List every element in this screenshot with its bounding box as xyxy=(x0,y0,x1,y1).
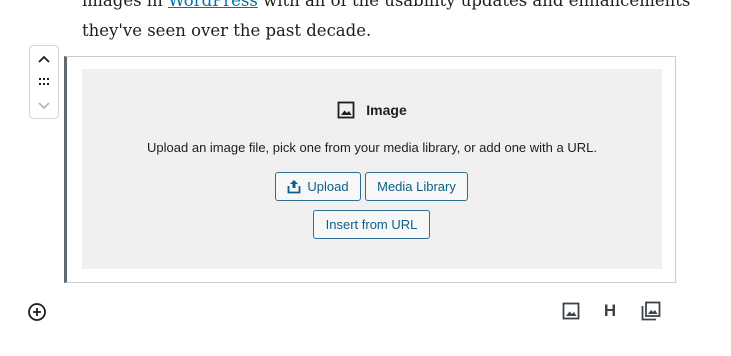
move-up-button[interactable] xyxy=(30,47,58,71)
upload-button[interactable]: Upload xyxy=(275,172,361,201)
inserter-button[interactable] xyxy=(26,301,48,323)
insert-image-button[interactable] xyxy=(560,300,582,322)
paragraph-line-2: they've seen over the past decade. xyxy=(82,21,372,40)
image-icon xyxy=(562,302,580,320)
drag-handle-icon xyxy=(39,78,49,85)
insert-heading-button[interactable]: H xyxy=(598,300,622,322)
chevron-up-icon xyxy=(38,55,50,63)
paragraph-line-1: images in WordPress with all of the usab… xyxy=(82,0,690,16)
add-block-icon xyxy=(28,303,46,321)
drag-handle[interactable] xyxy=(30,70,58,94)
wordpress-link[interactable]: WordPress xyxy=(168,0,258,10)
placeholder-instructions: Upload an image file, pick one from your… xyxy=(147,140,597,155)
chevron-down-icon xyxy=(38,102,50,110)
insert-from-url-button[interactable]: Insert from URL xyxy=(313,210,430,239)
media-library-button[interactable]: Media Library xyxy=(365,172,468,201)
move-down-button[interactable] xyxy=(30,94,58,118)
gallery-icon xyxy=(641,301,661,321)
upload-icon xyxy=(287,180,301,194)
image-placeholder: Image Upload an image file, pick one fro… xyxy=(82,69,662,269)
block-mover xyxy=(29,45,59,119)
placeholder-label: Image xyxy=(82,101,662,119)
insert-gallery-button[interactable] xyxy=(639,299,663,323)
paragraph-block[interactable]: images in WordPress with all of the usab… xyxy=(82,0,690,46)
image-icon xyxy=(337,101,355,119)
placeholder-title: Image xyxy=(366,102,407,118)
